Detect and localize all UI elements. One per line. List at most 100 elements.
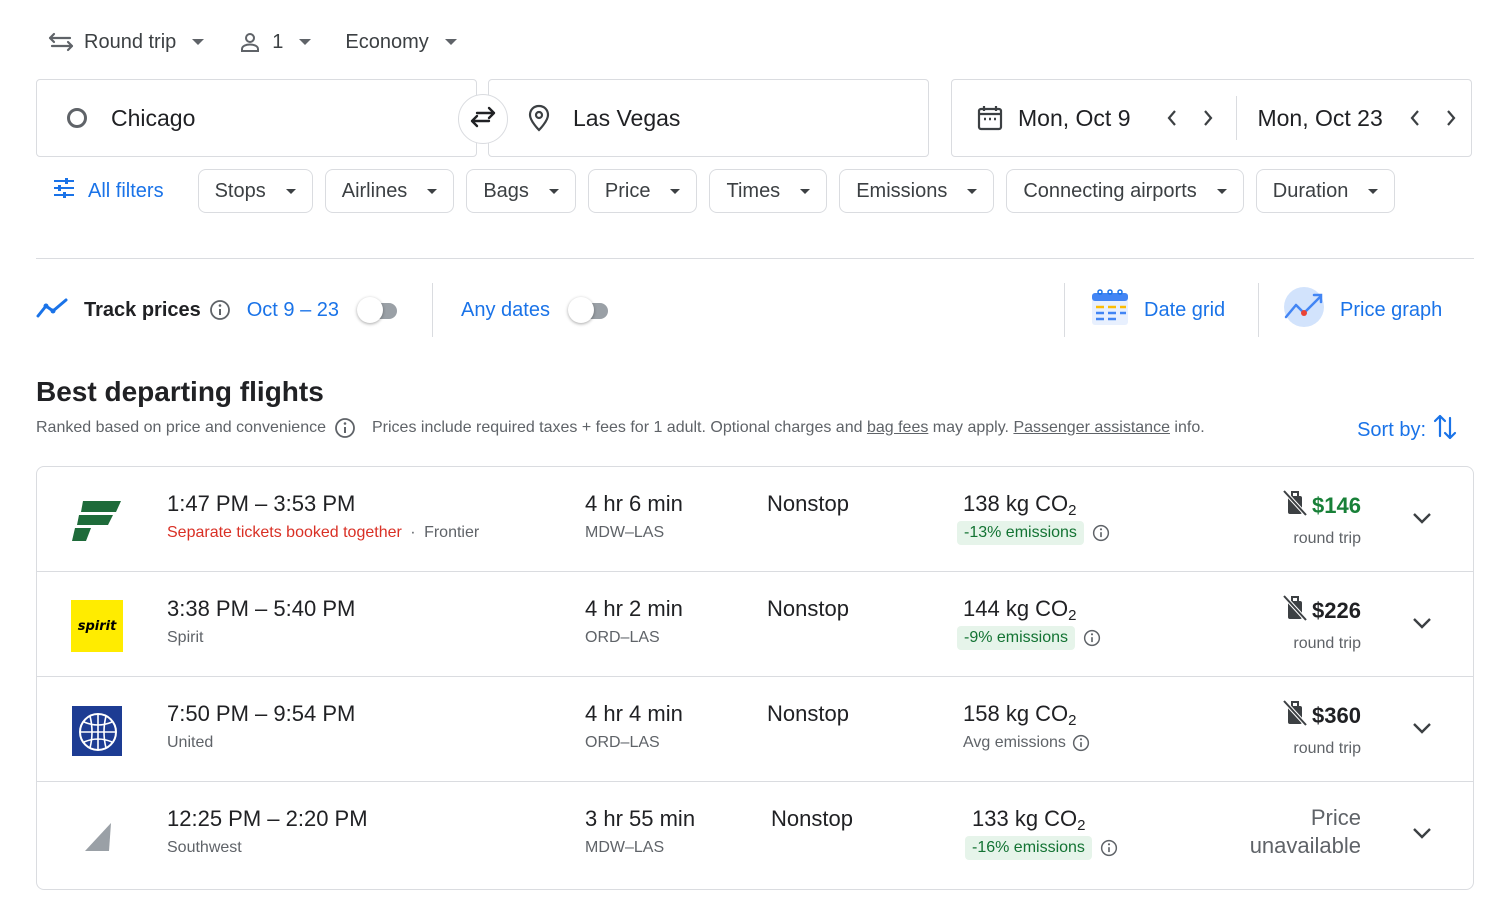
flight-row[interactable]: 12:25 PM – 2:20 PM Southwest 3 hr 55 min… bbox=[37, 782, 1473, 887]
chip-label: Stops bbox=[214, 179, 266, 202]
chevron-down-icon bbox=[192, 39, 205, 45]
bag-fees-link[interactable]: bag fees bbox=[867, 419, 928, 437]
trip-type-label: Round trip bbox=[84, 30, 177, 53]
expand-flight-button[interactable] bbox=[1407, 610, 1437, 640]
info-icon[interactable] bbox=[1072, 734, 1090, 752]
track-date-range[interactable]: Oct 9 – 23 bbox=[247, 299, 339, 322]
chevron-left-icon[interactable] bbox=[1397, 109, 1433, 127]
flight-results-list: 1:47 PM – 3:53 PM Separate tickets booke… bbox=[36, 466, 1474, 890]
chevron-down-icon bbox=[1411, 616, 1433, 635]
flight-row[interactable]: 1:47 PM – 3:53 PM Separate tickets booke… bbox=[37, 467, 1473, 572]
co2-value: 138 kg CO bbox=[963, 491, 1069, 516]
flight-row[interactable]: 7:50 PM – 9:54 PM United 4 hr 4 min ORD–… bbox=[37, 677, 1473, 782]
flight-airline-line: Southwest bbox=[167, 839, 242, 857]
any-dates-group: Any dates bbox=[461, 283, 612, 337]
date-divider bbox=[1236, 96, 1238, 140]
info-icon[interactable] bbox=[209, 299, 231, 321]
cabin-select[interactable]: Economy bbox=[345, 22, 457, 62]
chevron-down-icon bbox=[1411, 511, 1433, 530]
price-graph-button[interactable]: Price graph bbox=[1282, 283, 1442, 337]
depart-date-value: Mon, Oct 9 bbox=[1018, 104, 1131, 131]
info-icon[interactable] bbox=[1092, 524, 1110, 542]
price-subtext: round trip bbox=[1293, 740, 1361, 757]
any-dates-label[interactable]: Any dates bbox=[461, 299, 550, 322]
chevron-down-icon bbox=[1368, 188, 1379, 194]
swap-origin-destination-button[interactable] bbox=[458, 94, 508, 144]
filter-chip-duration[interactable]: Duration bbox=[1255, 169, 1396, 213]
cabin-label: Economy bbox=[345, 30, 429, 53]
chip-label: Airlines bbox=[341, 179, 408, 202]
price-subtext: round trip bbox=[1293, 530, 1361, 547]
expand-flight-button[interactable] bbox=[1407, 715, 1437, 745]
expand-flight-button[interactable] bbox=[1407, 820, 1437, 850]
emissions-badge: -16% emissions bbox=[965, 836, 1092, 860]
price-value: $360 bbox=[1312, 702, 1361, 728]
filter-chip-stops[interactable]: Stops bbox=[197, 169, 313, 213]
info-icon[interactable] bbox=[1100, 839, 1118, 857]
any-dates-toggle[interactable] bbox=[567, 297, 612, 323]
co2-amount: 158 kg CO2 bbox=[963, 701, 1077, 729]
chevron-down-icon bbox=[1216, 188, 1227, 194]
vertical-divider bbox=[1258, 283, 1259, 337]
flight-stops: Nonstop bbox=[771, 806, 853, 831]
info-icon[interactable] bbox=[1083, 629, 1101, 647]
no-carry-on-icon bbox=[1282, 489, 1308, 522]
chevron-right-icon[interactable] bbox=[1190, 109, 1226, 127]
all-filters-button[interactable]: All filters bbox=[52, 177, 164, 205]
chevron-down-icon bbox=[1411, 826, 1433, 845]
chevron-down-icon bbox=[548, 188, 559, 194]
price-unavailable-line1: Price bbox=[1310, 805, 1361, 830]
emissions-label: Avg emissions bbox=[963, 734, 1066, 751]
track-prices-group: Track prices Oct 9 – 23 bbox=[36, 283, 401, 337]
flight-duration: 4 hr 2 min bbox=[585, 596, 683, 621]
person-icon bbox=[238, 30, 262, 54]
emissions-info: Avg emissions bbox=[957, 731, 1090, 755]
origin-input[interactable]: Chicago bbox=[36, 79, 477, 157]
filter-chip-emissions[interactable]: Emissions bbox=[839, 169, 995, 213]
track-prices-toggle[interactable] bbox=[357, 297, 401, 323]
airline-name: Frontier bbox=[424, 524, 480, 541]
flight-airline-line: Spirit bbox=[167, 629, 203, 647]
emissions-info: -9% emissions bbox=[957, 626, 1101, 650]
results-title: Best departing flights bbox=[36, 376, 324, 407]
prices-note-part1: Prices include required taxes + fees for… bbox=[371, 419, 863, 436]
date-grid-button[interactable]: Date grid bbox=[1090, 283, 1225, 337]
dates-input: Mon, Oct 9 Mon, Oct 23 bbox=[951, 79, 1472, 157]
return-date-field[interactable]: Mon, Oct 23 bbox=[1257, 105, 1468, 132]
co2-subscript: 2 bbox=[1068, 502, 1077, 519]
price-value: $146 bbox=[1312, 492, 1361, 518]
expand-flight-button[interactable] bbox=[1407, 505, 1437, 535]
flight-airline-line: United bbox=[167, 734, 213, 752]
destination-input[interactable]: Las Vegas bbox=[488, 79, 929, 157]
toggle-knob bbox=[357, 297, 384, 323]
location-pin-icon bbox=[527, 104, 551, 132]
price-graph-label: Price graph bbox=[1340, 298, 1443, 321]
filter-chip-price[interactable]: Price bbox=[587, 169, 698, 213]
filter-chip-connecting-airports[interactable]: Connecting airports bbox=[1006, 169, 1244, 213]
passenger-assistance-link[interactable]: Passenger assistance bbox=[1013, 419, 1170, 437]
depart-date-field[interactable]: Mon, Oct 9 bbox=[1018, 105, 1226, 132]
no-carry-on-icon bbox=[1282, 699, 1308, 732]
price-subtext: round trip bbox=[1293, 635, 1361, 652]
airline-name: United bbox=[167, 734, 214, 751]
filter-chip-times[interactable]: Times bbox=[709, 169, 828, 213]
flight-route: MDW–LAS bbox=[585, 524, 665, 541]
flight-row[interactable]: spirit 3:38 PM – 5:40 PM Spirit 4 hr 2 m… bbox=[37, 572, 1473, 677]
filter-chip-bags[interactable]: Bags bbox=[466, 169, 576, 213]
flight-times: 1:47 PM – 3:53 PM bbox=[167, 491, 356, 516]
sort-by-button[interactable]: Sort by: bbox=[1357, 412, 1458, 448]
chevron-down-icon bbox=[670, 188, 681, 194]
trip-type-select[interactable]: Round trip bbox=[48, 22, 205, 62]
price-block: $226 round trip bbox=[1282, 594, 1361, 653]
passengers-select[interactable]: 1 bbox=[238, 22, 312, 62]
info-icon[interactable] bbox=[334, 417, 356, 439]
flight-stops: Nonstop bbox=[767, 596, 849, 621]
flight-route: MDW–LAS bbox=[585, 839, 665, 856]
origin-circle-icon bbox=[67, 108, 87, 128]
spirit-logo-text: spirit bbox=[77, 618, 117, 634]
chevron-left-icon[interactable] bbox=[1154, 109, 1190, 127]
co2-amount: 138 kg CO2 bbox=[963, 491, 1077, 519]
vertical-divider bbox=[432, 283, 433, 337]
chevron-right-icon[interactable] bbox=[1433, 109, 1469, 127]
filter-chip-airlines[interactable]: Airlines bbox=[324, 169, 455, 213]
